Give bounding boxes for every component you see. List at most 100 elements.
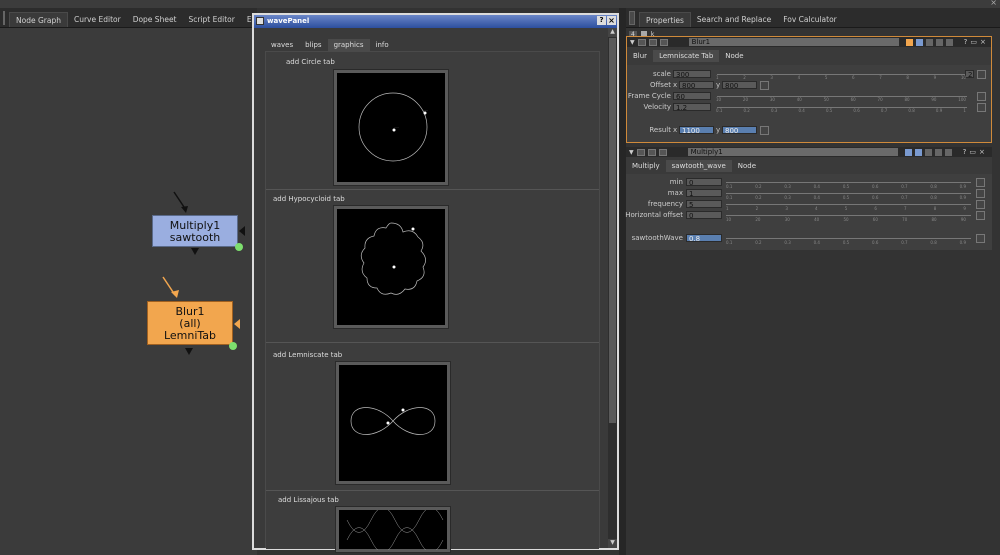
help-icon[interactable]: ?: [597, 16, 606, 25]
velocity-input[interactable]: 1.2: [673, 103, 711, 112]
viewer-dot[interactable]: [229, 342, 237, 350]
node-color-icon[interactable]: [636, 148, 645, 156]
scrollbar-thumb[interactable]: [609, 38, 616, 423]
tab-fov-calculator[interactable]: Fov Calculator: [777, 12, 843, 27]
close-icon[interactable]: ×: [979, 148, 985, 156]
animation-curve-icon[interactable]: [976, 211, 985, 220]
node-name-field[interactable]: Multiply1: [687, 148, 898, 156]
splitter[interactable]: [619, 8, 626, 555]
tab-search-replace[interactable]: Search and Replace: [691, 12, 777, 27]
animation-curve-icon[interactable]: [977, 92, 986, 101]
scroll-down-icon[interactable]: ▼: [608, 539, 617, 548]
mask-input-triangle[interactable]: [234, 319, 240, 329]
blur-properties-panel: ▼ Blur1 ? ▭ × Blur Lemniscate Tab Node s…: [626, 36, 992, 143]
tab-curve-editor[interactable]: Curve Editor: [68, 12, 127, 27]
sawtooth-wave-input[interactable]: 0.8: [686, 234, 722, 243]
pane-grip[interactable]: [629, 11, 635, 25]
redo-icon[interactable]: [925, 38, 933, 46]
tick-label: 7: [904, 206, 907, 211]
undo-icon[interactable]: [914, 148, 922, 156]
tab-waves[interactable]: waves: [265, 39, 299, 51]
offset-y-input[interactable]: 800: [722, 81, 757, 90]
scale-input[interactable]: 300: [673, 70, 711, 79]
tab-graphics[interactable]: graphics: [327, 39, 370, 51]
redo-icon[interactable]: [924, 148, 932, 156]
animation-curve-icon[interactable]: [976, 189, 985, 198]
node-color-icon[interactable]: [637, 38, 646, 46]
float-panel-icon[interactable]: ▭: [970, 38, 977, 46]
tick-label: 60: [850, 97, 856, 102]
animation-curve-icon[interactable]: [977, 103, 986, 112]
min-slider[interactable]: [726, 182, 971, 183]
collapse-icon[interactable]: ▼: [629, 149, 634, 156]
node-color-icon[interactable]: [647, 148, 656, 156]
close-icon[interactable]: ×: [980, 38, 986, 46]
float-panel-icon[interactable]: ▭: [969, 148, 976, 156]
max-slider[interactable]: [726, 193, 971, 194]
tab-node[interactable]: Node: [732, 160, 762, 172]
tab-properties[interactable]: Properties: [639, 12, 691, 27]
tab-blur[interactable]: Blur: [627, 50, 653, 62]
frequency-input[interactable]: 5: [686, 200, 722, 209]
node-multiply1[interactable]: Multiply1 sawtooth: [152, 215, 238, 247]
revert-icon[interactable]: [904, 148, 912, 156]
close-icon[interactable]: ×: [990, 0, 997, 7]
divider: [266, 490, 599, 491]
animation-curve-icon[interactable]: [760, 126, 769, 135]
tab-blips[interactable]: blips: [299, 39, 327, 51]
output-triangle[interactable]: [185, 348, 193, 355]
collapse-icon[interactable]: ▼: [630, 39, 635, 46]
animation-curve-icon[interactable]: [976, 200, 985, 209]
tab-script-editor[interactable]: Script Editor: [183, 12, 241, 27]
node-color-icon[interactable]: [648, 38, 657, 46]
vertical-scrollbar[interactable]: ▲ ▼: [608, 28, 617, 548]
node-blur1[interactable]: Blur1 (all) LemniTab: [147, 301, 233, 345]
result-y-input[interactable]: 800: [722, 126, 757, 135]
undo-icon[interactable]: [915, 38, 923, 46]
velocity-label: Velocity: [643, 103, 671, 111]
result-x-input[interactable]: 1100: [679, 126, 714, 135]
tab-info[interactable]: info: [370, 39, 395, 51]
pane-grip[interactable]: [3, 11, 5, 25]
output-triangle[interactable]: [191, 248, 199, 255]
scale-extra-field[interactable]: 2: [965, 70, 974, 79]
min-input[interactable]: 0: [686, 178, 722, 187]
window-title-bar[interactable]: wavePanel ? ×: [254, 15, 617, 28]
tick-label: 2: [755, 206, 759, 211]
animation-curve-icon[interactable]: [976, 178, 985, 187]
float-icon[interactable]: [934, 148, 942, 156]
sawtooth-wave-slider[interactable]: [726, 238, 971, 239]
mask-input-triangle[interactable]: [239, 226, 245, 236]
frequency-slider[interactable]: [726, 204, 971, 205]
viewer-dot[interactable]: [235, 243, 243, 251]
tab-dope-sheet[interactable]: Dope Sheet: [127, 12, 183, 27]
tab-multiply[interactable]: Multiply: [626, 160, 666, 172]
tab-lemniscate[interactable]: Lemniscate Tab: [653, 50, 720, 62]
offset-x-input[interactable]: 800: [679, 81, 714, 90]
tab-node[interactable]: Node: [719, 50, 749, 62]
horizontal-offset-slider[interactable]: [726, 215, 971, 216]
tick-label: 70: [902, 217, 908, 222]
float-icon[interactable]: [935, 38, 943, 46]
tab-sawtooth-wave[interactable]: sawtooth_wave: [665, 160, 732, 172]
help-icon[interactable]: ?: [963, 148, 967, 156]
animation-curve-icon[interactable]: [977, 70, 986, 79]
window-icon[interactable]: [944, 148, 952, 156]
frame-cycle-input[interactable]: 60: [673, 92, 711, 101]
window-icon[interactable]: [945, 38, 953, 46]
scroll-up-icon[interactable]: ▲: [608, 28, 617, 37]
horizontal-offset-input[interactable]: 0: [686, 211, 722, 220]
close-icon[interactable]: ×: [607, 16, 616, 25]
node-name-field[interactable]: Blur1: [688, 38, 899, 46]
help-icon[interactable]: ?: [964, 38, 968, 46]
node-color-icon[interactable]: [658, 148, 667, 156]
tick-label: 90: [931, 97, 937, 102]
animation-curve-icon[interactable]: [976, 234, 985, 243]
node-color-icon[interactable]: [659, 38, 668, 46]
window-title: wavePanel: [267, 17, 310, 25]
tab-node-graph[interactable]: Node Graph: [9, 12, 68, 27]
revert-icon[interactable]: [905, 38, 913, 46]
max-input[interactable]: 1: [686, 189, 722, 198]
lemniscate-canvas: [335, 361, 451, 485]
animation-curve-icon[interactable]: [760, 81, 769, 90]
